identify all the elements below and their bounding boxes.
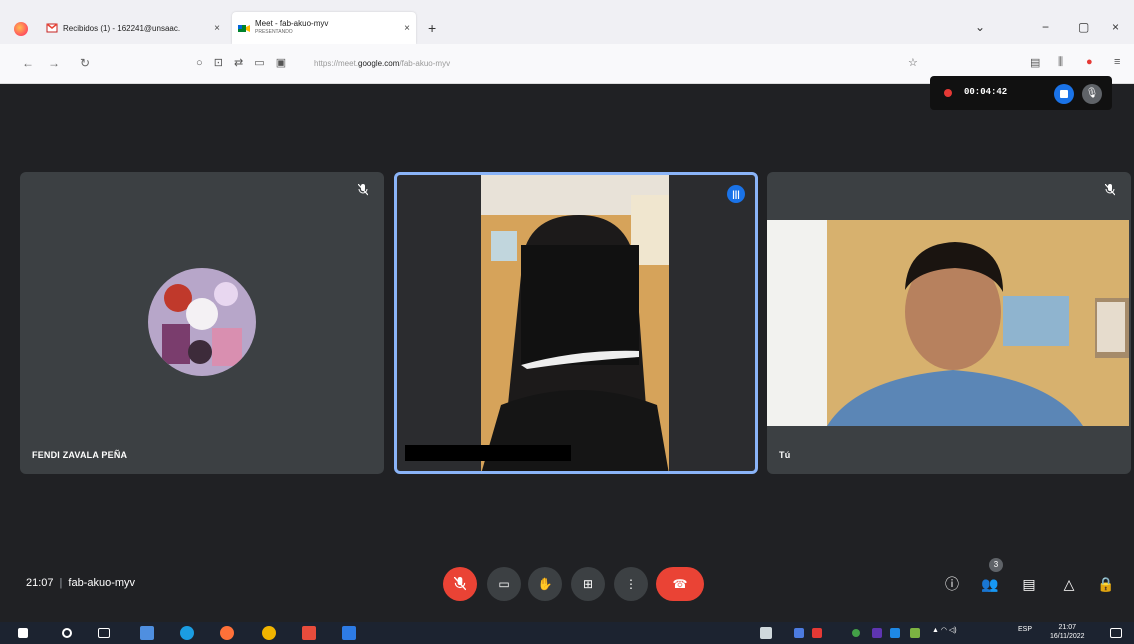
close-tab-icon[interactable]: × (214, 23, 220, 34)
tray-icon[interactable] (852, 629, 860, 637)
browser-tab-bar: Recibidos (1) - 162241@unsaac. × Meet - … (0, 0, 1134, 44)
raise-hand-button[interactable]: ✋ (528, 567, 562, 601)
tray-icon[interactable] (794, 628, 804, 638)
recording-timer: 00:04:42 (964, 87, 1008, 97)
url-field[interactable]: https://meet.google.com/fab-akuo-myv (314, 59, 450, 68)
camera-toggle-button[interactable]: ▭ (487, 567, 521, 601)
keyboard-language[interactable]: ESP (1018, 626, 1032, 633)
new-tab-icon[interactable]: + (428, 20, 436, 36)
avatar (148, 268, 256, 376)
activities-icon[interactable]: △ (1057, 572, 1081, 596)
firefox-icon[interactable] (14, 22, 28, 36)
tray-icon[interactable] (872, 628, 882, 638)
file-explorer-icon[interactable] (140, 626, 154, 640)
leave-call-button[interactable]: ☎ (656, 567, 704, 601)
mic-off-icon (356, 183, 370, 198)
meeting-code: fab-akuo-myv (68, 577, 136, 589)
present-screen-button[interactable]: ⊞ (571, 567, 605, 601)
speaking-indicator-icon: ||| (727, 185, 745, 203)
extension-icon[interactable]: ● (1086, 56, 1093, 68)
forward-icon[interactable]: → (48, 56, 60, 70)
tab-title: Recibidos (1) - 162241@unsaac. (63, 23, 181, 33)
gmail-icon (46, 22, 58, 34)
windows-taskbar: ▲ ◠ ◁) ESP 21:07 16/11/2022 (0, 622, 1134, 644)
tray-icon[interactable] (760, 627, 772, 639)
app-icon[interactable] (262, 626, 276, 640)
library-icon[interactable]: ⫼ (1058, 56, 1063, 69)
tray-icon[interactable] (812, 628, 822, 638)
separator: | (59, 577, 63, 589)
participant-name: FENDI ZAVALA PEÑA (32, 450, 128, 460)
tray-icon[interactable] (890, 628, 900, 638)
windows-start-icon[interactable] (18, 628, 28, 638)
minimize-icon[interactable]: − (1042, 20, 1049, 34)
people-icon[interactable]: 👥 (978, 572, 1002, 596)
site-permission-icons[interactable]: ○ ⊡ ⇄ ▭ ▣ (196, 56, 290, 69)
app-icon-2[interactable] (342, 626, 356, 640)
task-view-icon[interactable] (98, 628, 110, 638)
microphone-toggle-button[interactable] (443, 567, 477, 601)
participant-name-redacted (405, 445, 571, 461)
self-view-tile[interactable]: Tú (767, 172, 1131, 474)
more-options-button[interactable]: ⋮ (614, 567, 648, 601)
close-window-icon[interactable]: × (1112, 20, 1119, 34)
tab-subtitle: PRESENTANDO (255, 29, 293, 35)
meeting-time: 21:07 (26, 577, 54, 589)
tray-icon[interactable] (910, 628, 920, 638)
reload-icon[interactable]: ↻ (80, 56, 90, 70)
screen-recorder-toolbar: 00:04:42 🎙 (930, 76, 1112, 110)
tab-title: Meet - fab-akuo-myv (255, 19, 329, 28)
mic-off-icon (1103, 183, 1117, 198)
host-controls-icon[interactable]: 🔒 (1094, 572, 1118, 596)
stop-recording-button[interactable] (1054, 84, 1074, 104)
bookmark-star-icon[interactable]: ☆ (908, 56, 918, 69)
tab-meet[interactable]: Meet - fab-akuo-myv PRESENTANDO × (232, 12, 416, 44)
maximize-icon[interactable]: ▢ (1078, 20, 1089, 34)
participant-name: Tú (779, 450, 791, 460)
self-video (767, 220, 1129, 426)
tab-gmail[interactable]: Recibidos (1) - 162241@unsaac. × (40, 12, 226, 44)
reader-view-icon[interactable]: ▤ (1030, 56, 1040, 69)
participant-tile-active[interactable]: ||| (394, 172, 758, 474)
recorder-mic-button[interactable]: 🎙 (1082, 84, 1102, 104)
firefox-taskbar-icon[interactable] (220, 626, 234, 640)
search-icon[interactable] (62, 628, 72, 638)
recording-dot-icon (944, 89, 952, 97)
meeting-info-icon[interactable]: ⓘ (940, 572, 964, 596)
system-clock[interactable]: 21:07 16/11/2022 (1050, 623, 1085, 641)
network-volume-icons[interactable]: ▲ ◠ ◁) (932, 626, 957, 634)
menu-icon[interactable]: ≡ (1114, 56, 1120, 68)
people-count-badge: 3 (989, 558, 1003, 572)
participant-tile[interactable]: FENDI ZAVALA PEÑA (20, 172, 384, 474)
chat-icon[interactable]: ▤ (1017, 572, 1041, 596)
meet-icon (238, 23, 250, 34)
meeting-details: 21:07 | fab-akuo-myv (26, 577, 135, 589)
office-icon[interactable] (302, 626, 316, 640)
participant-video (481, 175, 669, 471)
close-tab-icon[interactable]: × (404, 23, 410, 34)
notifications-icon[interactable] (1110, 628, 1122, 638)
back-icon[interactable]: ← (22, 56, 34, 70)
tab-list-icon[interactable]: ⌄ (975, 20, 985, 34)
edge-icon[interactable] (180, 626, 194, 640)
